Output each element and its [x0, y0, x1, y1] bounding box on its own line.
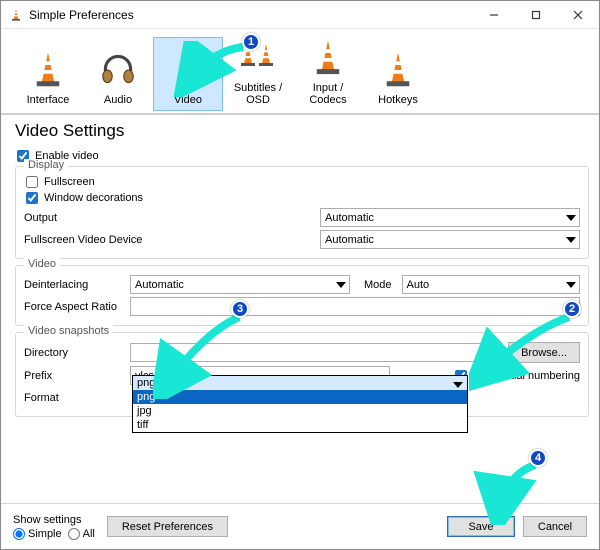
mode-label: Mode	[358, 279, 394, 291]
enable-video-checkbox[interactable]: Enable video	[17, 150, 589, 162]
force-aspect-input[interactable]	[130, 297, 580, 316]
maximize-button[interactable]	[515, 1, 557, 29]
headphones-icon	[97, 48, 139, 90]
format-option-jpg[interactable]: jpg	[133, 404, 467, 418]
format-dropdown-open[interactable]: png png jpg tiff	[132, 375, 468, 433]
fullscreen-label: Fullscreen	[44, 176, 95, 188]
vlc-cone-icon	[378, 50, 418, 90]
show-all-label: All	[83, 528, 95, 540]
format-label: Format	[24, 392, 122, 404]
mode-select[interactable]: Auto	[402, 275, 580, 294]
fullscreen-checkbox[interactable]: Fullscreen	[26, 176, 580, 188]
save-button[interactable]: Save	[447, 516, 515, 537]
chevron-down-icon	[453, 379, 463, 391]
show-simple-radio[interactable]: Simple	[13, 528, 62, 540]
group-display-title: Display	[24, 159, 68, 171]
minimize-button[interactable]	[473, 1, 515, 29]
window-decorations-checkbox[interactable]: Window decorations	[26, 192, 580, 204]
deinterlacing-label: Deinterlacing	[24, 279, 122, 291]
fullscreen-input[interactable]	[26, 176, 38, 188]
mode-value: Auto	[407, 279, 430, 291]
category-interface[interactable]: Interface	[13, 37, 83, 111]
category-audio[interactable]: Audio	[83, 37, 153, 111]
category-video[interactable]: Video	[153, 37, 223, 111]
annotation-3: 3	[231, 300, 249, 318]
group-video: Video Deinterlacing Automatic Mode Auto …	[15, 265, 589, 326]
category-hotkeys[interactable]: Hotkeys	[363, 37, 433, 111]
show-settings-label: Show settings	[13, 514, 95, 526]
format-selected-text: png	[137, 377, 155, 389]
sequential-numbering-checkbox[interactable]: Sequential numbering	[455, 370, 580, 382]
window-decorations-label: Window decorations	[44, 192, 143, 204]
annotation-4: 4	[529, 449, 547, 467]
chevron-down-icon	[336, 278, 346, 292]
output-select[interactable]: Automatic	[320, 208, 580, 227]
format-option-png[interactable]: png	[133, 390, 467, 404]
fs-device-value: Automatic	[325, 234, 374, 246]
show-all-input[interactable]	[68, 528, 80, 540]
category-input-codecs[interactable]: Input / Codecs	[293, 37, 363, 111]
close-button[interactable]	[557, 1, 599, 29]
reset-preferences-button[interactable]: Reset Preferences	[107, 516, 228, 537]
directory-label: Directory	[24, 347, 122, 359]
category-label: Hotkeys	[378, 94, 418, 110]
deinterlacing-value: Automatic	[135, 279, 184, 291]
category-label: Input / Codecs	[294, 82, 362, 110]
show-simple-label: Simple	[28, 528, 62, 540]
group-display: Display Fullscreen Window decorations Ou…	[15, 166, 589, 259]
vlc-cone-icon	[9, 8, 23, 22]
show-simple-input[interactable]	[13, 528, 25, 540]
format-option-tiff[interactable]: tiff	[133, 418, 467, 432]
category-label: Video	[174, 94, 202, 110]
vlc-cone-icon	[168, 50, 208, 90]
category-toolbar: Interface Audio Video Subtitles / OSD In…	[1, 29, 599, 115]
preferences-window: Simple Preferences Interface Audio V	[0, 0, 600, 550]
category-subtitles[interactable]: Subtitles / OSD	[223, 37, 293, 111]
annotation-2: 2	[563, 300, 581, 318]
group-snapshots-title: Video snapshots	[24, 325, 113, 337]
vlc-cone-icon	[28, 50, 68, 90]
window-decorations-input[interactable]	[26, 192, 38, 204]
browse-button[interactable]: Browse...	[508, 342, 580, 363]
directory-input[interactable]	[130, 343, 500, 362]
output-label: Output	[24, 212, 194, 224]
prefix-label: Prefix	[24, 370, 122, 382]
format-selected-value[interactable]: png	[133, 376, 467, 390]
page-title: Video Settings	[1, 115, 599, 145]
fs-device-label: Fullscreen Video Device	[24, 234, 194, 246]
cancel-button[interactable]: Cancel	[523, 516, 587, 537]
group-video-title: Video	[24, 258, 60, 270]
vlc-cone-icon	[308, 38, 348, 78]
titlebar: Simple Preferences	[1, 1, 599, 29]
category-label: Subtitles / OSD	[224, 82, 292, 110]
chevron-down-icon	[566, 211, 576, 225]
show-all-radio[interactable]: All	[68, 528, 95, 540]
sequential-label: Sequential numbering	[473, 370, 580, 382]
category-label: Interface	[27, 94, 70, 110]
deinterlacing-select[interactable]: Automatic	[130, 275, 350, 294]
category-label: Audio	[104, 94, 132, 110]
force-aspect-label: Force Aspect Ratio	[24, 301, 122, 313]
output-value: Automatic	[325, 212, 374, 224]
fs-device-select[interactable]: Automatic	[320, 230, 580, 249]
bottom-bar: Show settings Simple All Reset Preferenc…	[1, 503, 599, 549]
annotation-1: 1	[242, 33, 260, 51]
window-title: Simple Preferences	[29, 8, 134, 22]
chevron-down-icon	[566, 278, 576, 292]
chevron-down-icon	[566, 233, 576, 247]
